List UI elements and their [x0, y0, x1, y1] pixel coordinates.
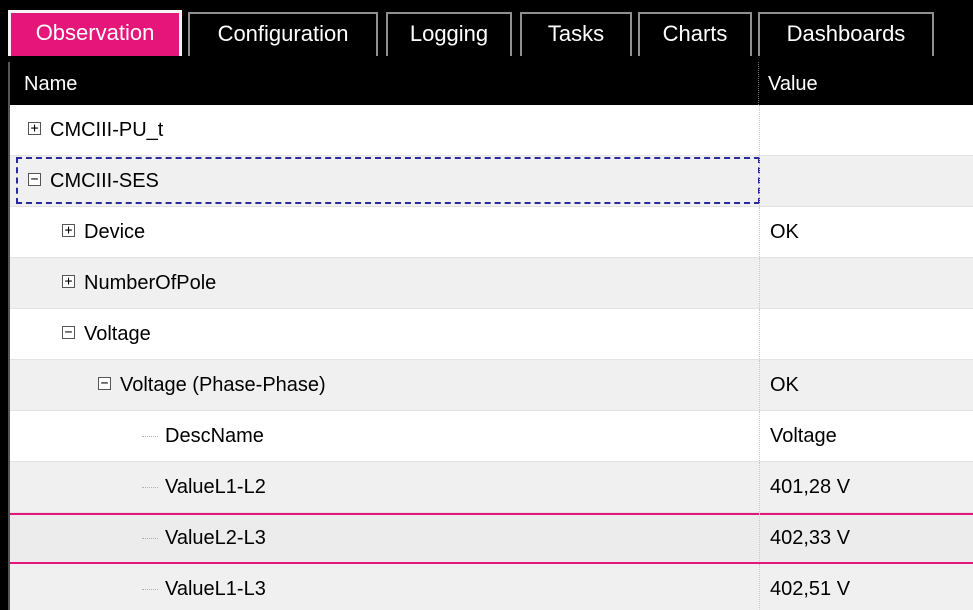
row-value: 402,33 V: [770, 527, 851, 549]
name-cell: DescName: [10, 411, 760, 461]
name-cell: + Device: [10, 207, 760, 257]
tab-tasks[interactable]: Tasks: [520, 12, 632, 60]
tree-connector: [142, 487, 158, 488]
value-cell: 401,28 V: [759, 462, 973, 512]
value-cell: 402,51 V: [759, 564, 973, 610]
plus-box-icon[interactable]: +: [62, 224, 75, 237]
tab-bar: Observation Configuration Logging Tasks …: [0, 0, 973, 60]
row-label: CMCIII-PU_t: [50, 119, 164, 141]
name-cell: − Voltage (Phase-Phase): [10, 360, 760, 410]
value-cell: OK: [759, 207, 973, 257]
tab-logging[interactable]: Logging: [386, 12, 512, 60]
tree-row-valuel1-l2[interactable]: ValueL1-L2 401,28 V: [10, 462, 973, 513]
tab-charts[interactable]: Charts: [638, 12, 752, 60]
row-label: Device: [84, 221, 146, 243]
row-value: 401,28 V: [770, 476, 851, 498]
value-cell: [759, 156, 973, 206]
tree-row-voltage-phase-phase[interactable]: − Voltage (Phase-Phase) OK: [10, 360, 973, 411]
name-cell: + NumberOfPole: [10, 258, 760, 308]
tree-connector: [142, 589, 158, 590]
tree-row-cmciii-pu-t[interactable]: + CMCIII-PU_t: [10, 105, 973, 156]
value-cell: [759, 105, 973, 155]
row-value: 402,51 V: [770, 578, 851, 600]
tree-row-valuel2-l3[interactable]: ValueL2-L3 402,33 V: [10, 513, 973, 564]
name-cell: ValueL1-L2: [10, 462, 760, 512]
row-value: Voltage: [770, 425, 837, 447]
tab-observation[interactable]: Observation: [8, 10, 182, 60]
observation-panel: Name Value + CMCIII-PU_t − CMCIII-SES + …: [0, 56, 973, 610]
tab-configuration[interactable]: Configuration: [188, 12, 378, 60]
tree-row-descname[interactable]: DescName Voltage: [10, 411, 973, 462]
row-label: ValueL1-L3: [165, 578, 266, 600]
value-cell: OK: [759, 360, 973, 410]
row-label: Voltage: [84, 323, 151, 345]
name-cell: ValueL1-L3: [10, 564, 760, 610]
tree-table: Name Value + CMCIII-PU_t − CMCIII-SES + …: [8, 62, 973, 610]
tree-row-voltage[interactable]: − Voltage: [10, 309, 973, 360]
tree-row-device[interactable]: + Device OK: [10, 207, 973, 258]
table-header: Name Value: [10, 62, 973, 105]
name-cell: + CMCIII-PU_t: [10, 105, 760, 155]
tree-rows: + CMCIII-PU_t − CMCIII-SES + Device OK +…: [10, 105, 973, 610]
column-header-value[interactable]: Value: [768, 73, 818, 96]
tree-row-valuel1-l3[interactable]: ValueL1-L3 402,51 V: [10, 564, 973, 610]
tree-row-cmciii-ses[interactable]: − CMCIII-SES: [10, 156, 973, 207]
column-header-name[interactable]: Name: [24, 73, 77, 96]
tree-row-numberofpole[interactable]: + NumberOfPole: [10, 258, 973, 309]
minus-box-icon[interactable]: −: [28, 173, 41, 186]
row-label: CMCIII-SES: [50, 170, 159, 192]
value-cell: [759, 309, 973, 359]
minus-box-icon[interactable]: −: [98, 377, 111, 390]
row-value: OK: [770, 374, 799, 396]
name-cell: − CMCIII-SES: [10, 156, 760, 206]
plus-box-icon[interactable]: +: [62, 275, 75, 288]
row-label: Voltage (Phase-Phase): [120, 374, 326, 396]
row-label: DescName: [165, 425, 264, 447]
value-cell: 402,33 V: [759, 513, 973, 563]
row-label: ValueL2-L3: [165, 527, 266, 549]
column-divider[interactable]: [758, 62, 759, 105]
value-cell: Voltage: [759, 411, 973, 461]
tree-connector: [142, 436, 158, 437]
tab-dashboards[interactable]: Dashboards: [758, 12, 934, 60]
row-label: ValueL1-L2: [165, 476, 266, 498]
value-cell: [759, 258, 973, 308]
row-value: OK: [770, 221, 799, 243]
name-cell: − Voltage: [10, 309, 760, 359]
row-label: NumberOfPole: [84, 272, 217, 294]
tree-connector: [142, 538, 158, 539]
plus-box-icon[interactable]: +: [28, 122, 41, 135]
name-cell: ValueL2-L3: [10, 513, 760, 563]
minus-box-icon[interactable]: −: [62, 326, 75, 339]
